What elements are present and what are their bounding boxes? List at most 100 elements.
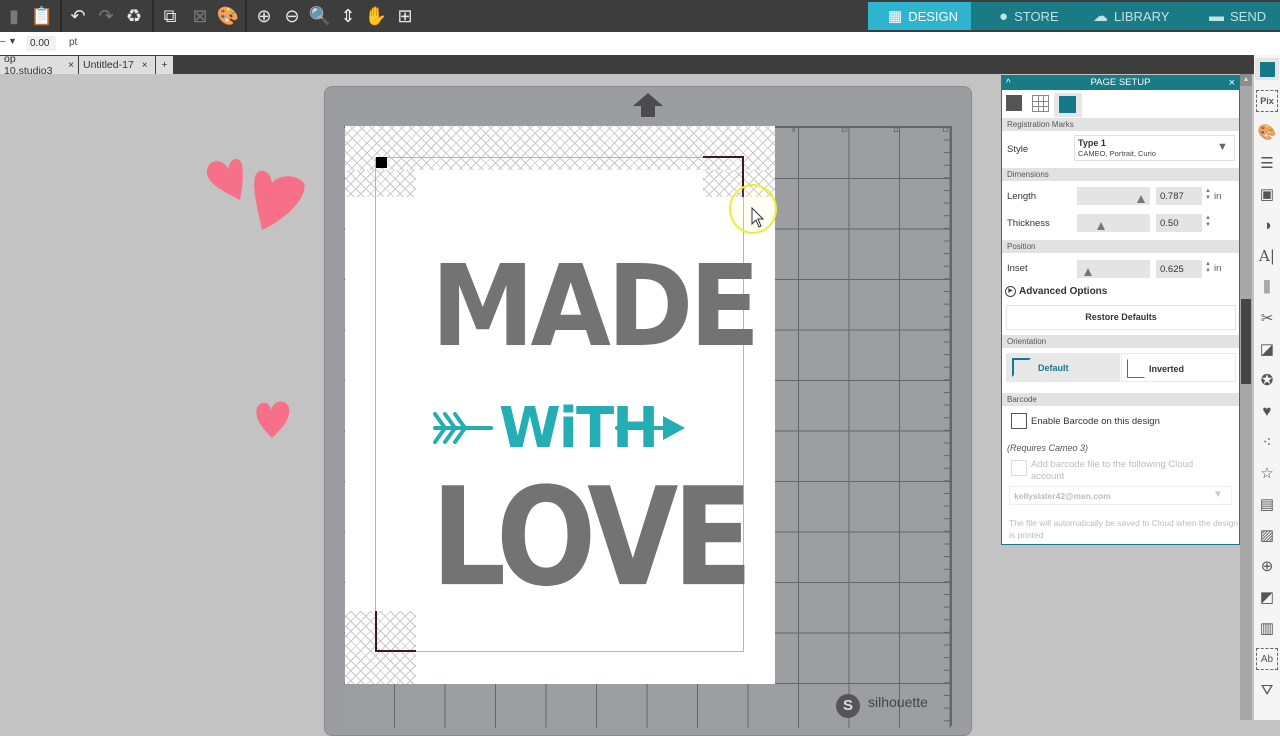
zoom-out-icon[interactable]: ⊖: [280, 4, 304, 28]
grid-lock-icon[interactable]: ⊕: [1256, 555, 1278, 577]
library-heart-icon[interactable]: ♥: [1256, 400, 1278, 422]
design-text-made[interactable]: MADE: [431, 250, 760, 362]
style-select[interactable]: Type 1 CAMEO, Portrait, Curio ▼: [1074, 135, 1235, 161]
inset-spinner[interactable]: ▲ ▼: [1205, 261, 1211, 275]
close-icon[interactable]: ×: [1229, 76, 1235, 90]
group-icon[interactable]: ⧉: [158, 4, 182, 28]
add-barcode-checkbox[interactable]: [1011, 460, 1027, 476]
cloud-account-select[interactable]: kellyslater42@msn.com ▼: [1009, 486, 1232, 505]
tab-library[interactable]: ☁ LIBRARY: [1071, 2, 1183, 30]
align-icon[interactable]: ⫼: [1256, 276, 1278, 298]
new-page-icon[interactable]: ▮: [2, 4, 26, 28]
chevron-down-icon: ▼: [1213, 489, 1223, 500]
pattern-icon[interactable]: ⛛: [1256, 679, 1278, 701]
style-value-sub: CAMEO, Portrait, Curio: [1078, 149, 1156, 158]
font-icon[interactable]: Ab: [1256, 648, 1278, 670]
undo-icon[interactable]: ↶: [66, 4, 90, 28]
slider-thumb[interactable]: [1136, 195, 1145, 203]
collapse-icon[interactable]: ^: [1006, 77, 1011, 91]
fill-palette-icon[interactable]: 🎨: [1256, 121, 1278, 143]
orientation-inverted-label: Inverted: [1149, 364, 1185, 374]
document-tabs: op 10.studio3 × Untitled-17 × +: [0, 53, 1280, 77]
heart-shape[interactable]: [252, 398, 292, 440]
page-setup-icon[interactable]: [1255, 58, 1279, 80]
grid-tab-icon[interactable]: [1032, 95, 1049, 112]
advanced-options-toggle[interactable]: ▶ Advanced Options: [1005, 286, 1107, 297]
redo-icon[interactable]: ↷: [94, 4, 118, 28]
length-input[interactable]: 0.787: [1156, 187, 1202, 205]
doc-tab-label: op 10.studio3: [4, 53, 53, 77]
hatch-icon[interactable]: ▨: [1256, 524, 1278, 546]
right-tool-strip: Pix 🎨 ☰ ▣ ◑ A| ⫼ ✂ ◪ ✪ ♥ ⁖ ☆ ▤ ▨ ⊕ ◩ ▥ A…: [1254, 55, 1280, 720]
pixscan-icon[interactable]: Pix: [1256, 90, 1278, 112]
corner-marks-icon: [1012, 358, 1031, 377]
zoom-in-icon[interactable]: ⊕: [252, 4, 276, 28]
slider-thumb[interactable]: [1083, 268, 1092, 276]
line-width-unit: pt: [69, 37, 78, 48]
hand-icon[interactable]: ✋: [364, 4, 388, 28]
heart-shape-pair[interactable]: [200, 155, 310, 235]
orientation-default-option[interactable]: Default: [1006, 353, 1120, 382]
close-icon[interactable]: ×: [142, 60, 148, 71]
registration-mark-corner: [375, 611, 416, 652]
restore-defaults-button[interactable]: Restore Defaults: [1006, 305, 1236, 330]
pan-down-icon[interactable]: ⇕: [336, 4, 360, 28]
paste-icon[interactable]: 📋: [30, 4, 54, 28]
close-icon[interactable]: ×: [68, 60, 74, 71]
fill-icon[interactable]: 🎨: [216, 4, 240, 28]
style-label: Style: [1007, 144, 1029, 155]
toolbar-divider: [245, 0, 247, 32]
panel-title: PAGE SETUP: [1090, 77, 1151, 88]
page: MADE WiTH LOVE: [345, 126, 775, 684]
line-width-input[interactable]: 0.00: [26, 36, 56, 51]
image-trace-icon[interactable]: ▣: [1256, 183, 1278, 205]
thickness-spinner[interactable]: ▲ ▼: [1205, 215, 1211, 229]
tab-store[interactable]: ● STORE: [971, 2, 1071, 30]
cloud-account-value: kellyslater42@msn.com: [1014, 491, 1111, 501]
replicate-icon[interactable]: ✂: [1256, 307, 1278, 329]
scroll-up-icon[interactable]: ▲: [1240, 74, 1252, 86]
inset-unit: in: [1214, 263, 1222, 274]
offset-icon[interactable]: ✪: [1256, 369, 1278, 391]
redraw-icon[interactable]: ♻: [122, 4, 146, 28]
slider-thumb[interactable]: [1096, 222, 1105, 230]
length-slider[interactable]: [1077, 187, 1150, 205]
page-tab-icon[interactable]: [1006, 95, 1022, 111]
inset-input[interactable]: 0.625: [1156, 260, 1202, 278]
fit-page-icon[interactable]: ⊞: [393, 4, 417, 28]
doc-tab[interactable]: Untitled-17 ×: [79, 56, 155, 74]
transform-icon[interactable]: ◩: [1256, 586, 1278, 608]
inset-label: Inset: [1007, 263, 1028, 274]
design-text-love[interactable]: LOVE: [431, 469, 753, 605]
line-style-icon[interactable]: ☰: [1256, 152, 1278, 174]
text-style-icon[interactable]: A|: [1256, 245, 1278, 267]
inset-slider[interactable]: [1077, 260, 1150, 278]
doc-tab-active[interactable]: op 10.studio3 ×: [0, 53, 78, 77]
thickness-input[interactable]: 0.50: [1156, 214, 1202, 232]
feed-direction-arrow-icon: [633, 93, 663, 117]
zoom-select-icon[interactable]: 🔍: [308, 4, 332, 28]
thickness-slider[interactable]: [1077, 214, 1150, 232]
add-tab-button[interactable]: +: [156, 56, 173, 74]
design-with-arrow[interactable]: WiTH: [431, 396, 689, 466]
ungroup-icon[interactable]: ⊠: [188, 4, 212, 28]
enable-barcode-checkbox[interactable]: [1011, 413, 1027, 429]
scroll-thumb[interactable]: [1241, 299, 1251, 384]
warp-icon[interactable]: ▥: [1256, 617, 1278, 639]
star-sketch-icon[interactable]: ☆: [1256, 462, 1278, 484]
registration-tab-active[interactable]: [1054, 93, 1082, 117]
contrast-icon[interactable]: ◑: [1256, 214, 1278, 236]
modify-icon[interactable]: ◪: [1256, 338, 1278, 360]
tab-send[interactable]: ▬ SEND: [1183, 2, 1280, 30]
rhinestone-icon[interactable]: ⁖: [1256, 431, 1278, 453]
section-registration-marks: Registration Marks: [1002, 118, 1239, 131]
tab-design[interactable]: ▦ DESIGN: [868, 2, 971, 30]
length-spinner[interactable]: ▲ ▼: [1205, 188, 1211, 202]
store-hand-icon[interactable]: ▤: [1256, 493, 1278, 515]
enable-barcode-label: Enable Barcode on this design: [1031, 416, 1160, 427]
dropdown-arrow-icon[interactable]: ▼: [8, 36, 17, 46]
tab-label: SEND: [1230, 8, 1267, 24]
orientation-inverted-option[interactable]: Inverted: [1121, 353, 1236, 382]
add-barcode-label: Add barcode file to the following Cloud …: [1031, 459, 1194, 482]
panel-scrollbar[interactable]: ▲: [1240, 74, 1252, 720]
